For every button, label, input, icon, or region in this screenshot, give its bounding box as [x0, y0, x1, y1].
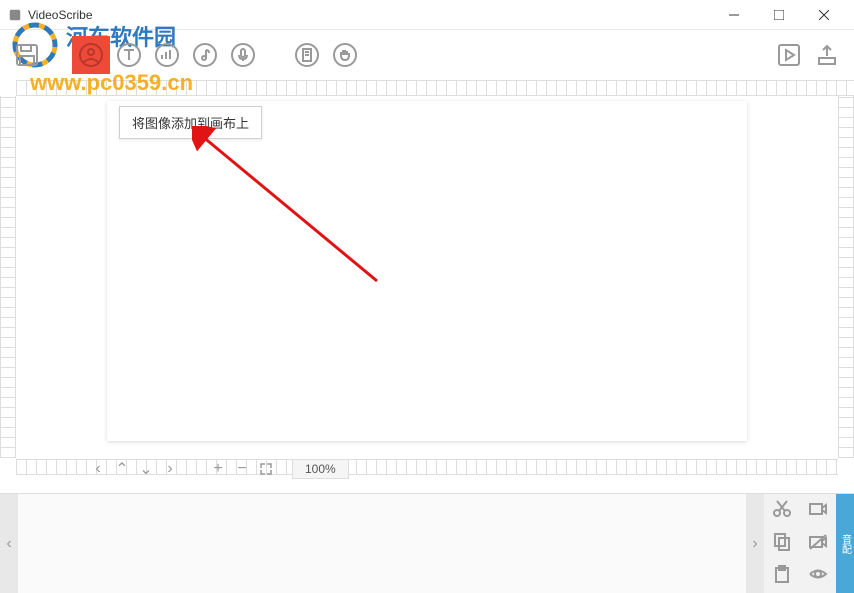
- ruler-top: [16, 80, 854, 96]
- zoom-fit-button[interactable]: [258, 461, 274, 477]
- close-button[interactable]: [801, 0, 846, 30]
- zoom-controls: ‹ ⌃ ⌄ › + − 100%: [90, 457, 349, 481]
- timeline-track[interactable]: [18, 494, 746, 593]
- add-chart-button[interactable]: [152, 40, 182, 70]
- ruler-left: [0, 96, 16, 458]
- ruler-right: [838, 96, 854, 458]
- save-button[interactable]: [12, 40, 42, 70]
- visibility-button[interactable]: [808, 564, 828, 589]
- camera-remove-button[interactable]: [808, 531, 828, 556]
- minimize-button[interactable]: [711, 0, 756, 30]
- add-voiceover-button[interactable]: [228, 40, 258, 70]
- nav-down-button[interactable]: ⌄: [138, 461, 154, 477]
- add-image-tooltip: 将图像添加到画布上: [119, 106, 262, 139]
- add-music-button[interactable]: [190, 40, 220, 70]
- app-icon: [8, 8, 22, 22]
- add-image-button[interactable]: [76, 40, 106, 70]
- titlebar: VideoScribe: [0, 0, 854, 30]
- timeline-panel: ‹ › 音配: [0, 493, 854, 593]
- export-button[interactable]: [812, 40, 842, 70]
- zoom-value[interactable]: 100%: [292, 459, 349, 479]
- paste-button[interactable]: [772, 564, 792, 589]
- canvas[interactable]: 将图像添加到画布上: [107, 101, 747, 441]
- timeline-tools: [764, 494, 836, 593]
- nav-up-button[interactable]: ⌃: [114, 461, 130, 477]
- zoom-out-button[interactable]: −: [234, 461, 250, 477]
- hand-tool-button[interactable]: [330, 40, 360, 70]
- timeline-collapse-right[interactable]: ›: [746, 494, 764, 593]
- maximize-button[interactable]: [756, 0, 801, 30]
- page-settings-button[interactable]: [292, 40, 322, 70]
- timeline-collapse-left[interactable]: ‹: [0, 494, 18, 593]
- cut-button[interactable]: [772, 498, 792, 523]
- canvas-viewport: 将图像添加到画布上: [16, 96, 838, 458]
- zoom-in-button[interactable]: +: [210, 461, 226, 477]
- camera-add-button[interactable]: [808, 498, 828, 523]
- preview-button[interactable]: [774, 40, 804, 70]
- main-toolbar: [0, 30, 854, 80]
- nav-right-button[interactable]: ›: [162, 461, 178, 477]
- add-text-button[interactable]: [114, 40, 144, 70]
- timeline-side-tab[interactable]: 音配: [836, 494, 854, 593]
- annotation-arrow: [192, 126, 392, 296]
- nav-left-button[interactable]: ‹: [90, 461, 106, 477]
- copy-button[interactable]: [772, 531, 792, 556]
- window-title: VideoScribe: [28, 8, 711, 22]
